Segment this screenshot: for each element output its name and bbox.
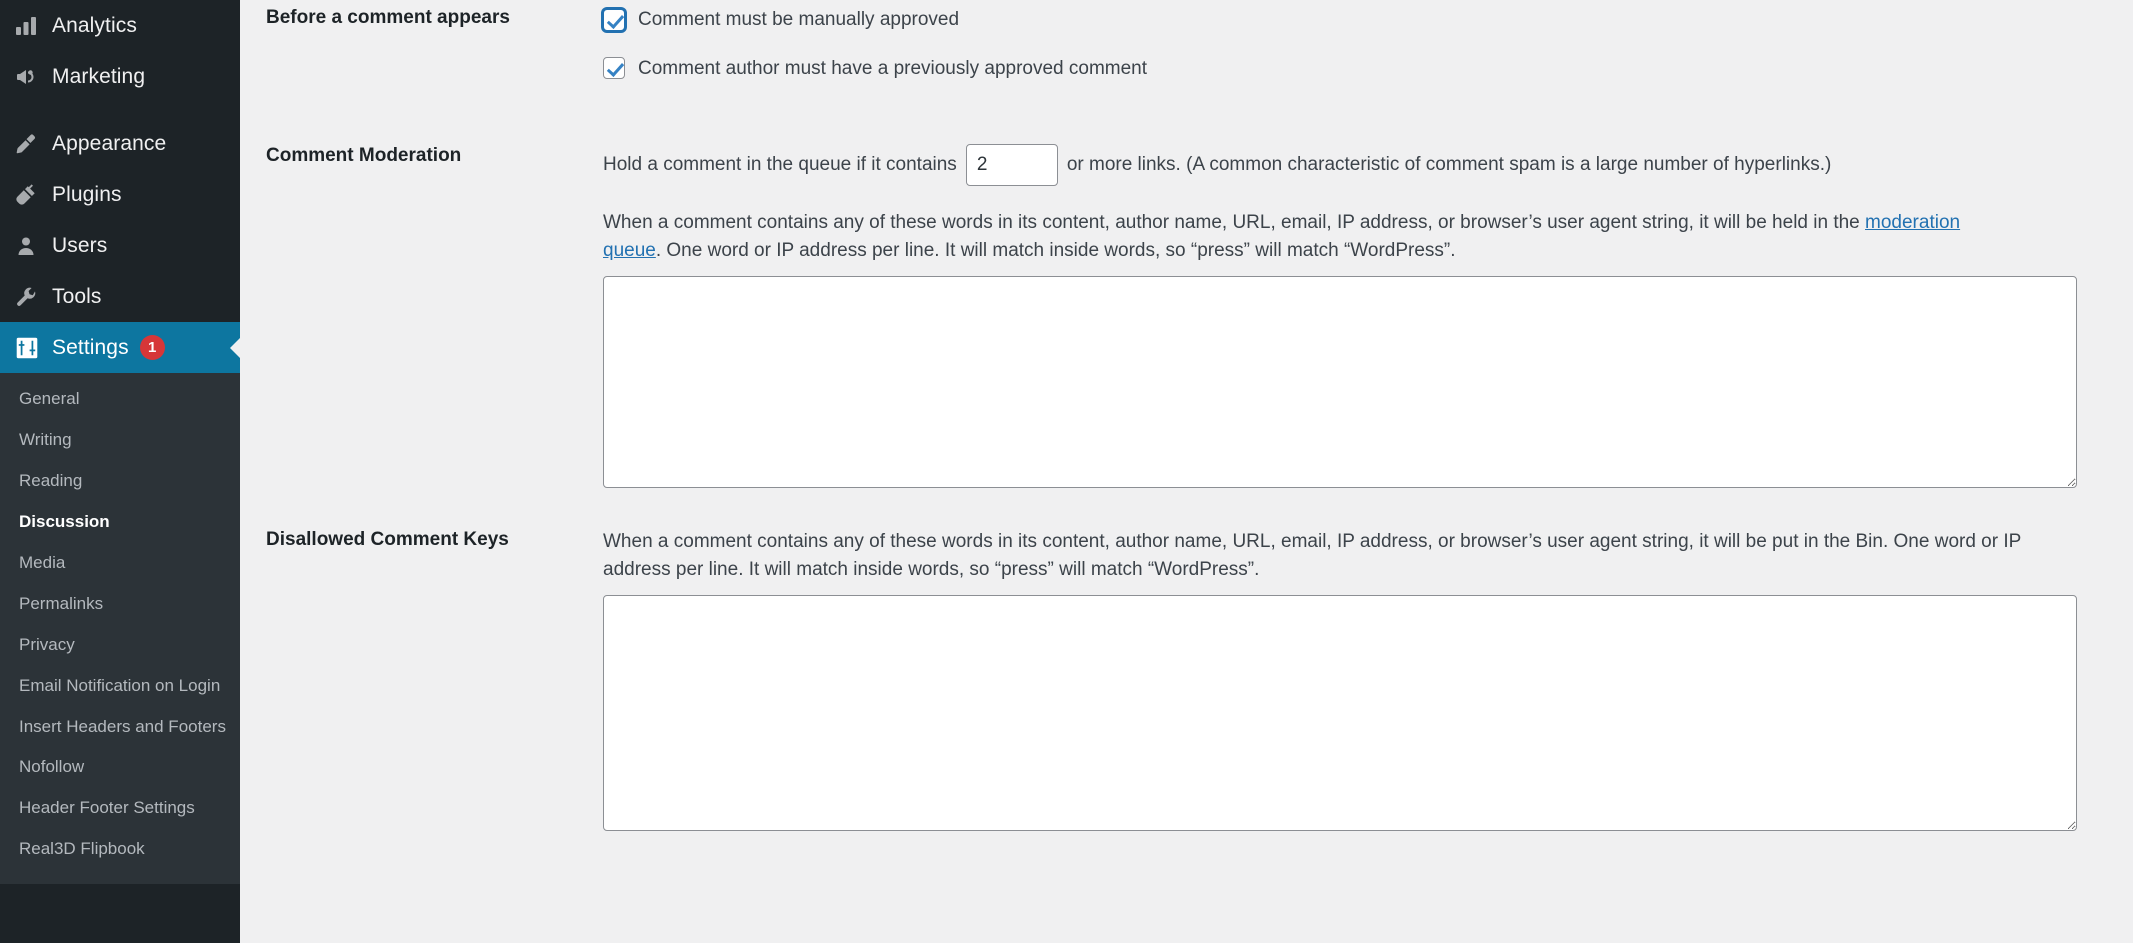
moderation-description-part2: . One word or IP address per line. It wi… (655, 239, 1456, 261)
sidebar-item-label: Analytics (52, 13, 137, 37)
hold-comment-suffix: or more links. (A common characteristic … (1066, 154, 1832, 176)
settings-submenu: General Writing Reading Discussion Media… (0, 373, 240, 885)
wrench-icon (14, 285, 48, 309)
submenu-item-reading[interactable]: Reading (0, 461, 240, 502)
sidebar-item-label: Marketing (52, 64, 146, 88)
checkbox-previously-approved[interactable] (603, 57, 625, 80)
disallowed-keys-description: When a comment contains any of these wor… (603, 531, 2021, 580)
discussion-settings-form: Before a comment appears Comment must be… (240, 0, 2133, 943)
submenu-item-email-notification-on-login[interactable]: Email Notification on Login (0, 666, 240, 707)
sidebar-separator (0, 102, 240, 118)
checkbox-manual-approval[interactable] (603, 8, 625, 31)
analytics-bars-icon (14, 14, 48, 38)
submenu-item-discussion[interactable]: Discussion (0, 502, 240, 543)
moderation-description: When a comment contains any of these wor… (603, 209, 1993, 264)
label-disallowed-comment-keys: Disallowed Comment Keys (266, 529, 509, 551)
sidebar-item-plugins[interactable]: Plugins (0, 169, 240, 220)
plug-icon (14, 183, 48, 207)
disallowed-keys-textarea[interactable] (603, 595, 2077, 832)
row-before-comment-appears: Before a comment appears Comment must be… (240, 0, 2133, 103)
paintbrush-icon (14, 132, 48, 156)
disallowed-comment-keys-controls: When a comment contains any of these wor… (603, 528, 2133, 832)
submenu-item-writing[interactable]: Writing (0, 420, 240, 461)
settings-update-badge: 1 (139, 335, 165, 360)
sidebar-item-label: Users (52, 233, 108, 257)
sidebar-item-label: Tools (52, 284, 102, 308)
hold-comment-line: Hold a comment in the queue if it contai… (603, 144, 2077, 187)
checkbox-manual-approval-label: Comment must be manually approved (638, 9, 960, 30)
submenu-item-media[interactable]: Media (0, 543, 240, 584)
submenu-item-header-footer-settings[interactable]: Header Footer Settings (0, 788, 240, 829)
sidebar-item-users[interactable]: Users (0, 220, 240, 271)
hold-comment-prefix: Hold a comment in the queue if it contai… (603, 154, 957, 176)
sidebar-item-marketing[interactable]: Marketing (0, 51, 240, 102)
moderation-keys-textarea[interactable] (603, 276, 2077, 489)
row-disallowed-comment-keys: Disallowed Comment Keys When a comment c… (240, 488, 2133, 832)
submenu-item-real3d-flipbook[interactable]: Real3D Flipbook (0, 829, 240, 870)
submenu-item-nofollow[interactable]: Nofollow (0, 747, 240, 788)
before-comment-appears-options: Comment must be manually approved Commen… (603, 6, 2133, 103)
label-before-comment-appears: Before a comment appears (266, 7, 510, 28)
option-previously-approved[interactable]: Comment author must have a previously ap… (603, 55, 2075, 83)
megaphone-icon (14, 65, 48, 89)
sidebar-item-label: Plugins (52, 182, 122, 206)
submenu-item-privacy[interactable]: Privacy (0, 625, 240, 666)
admin-sidebar: Analytics Marketing Appearance Plugins U… (0, 0, 240, 943)
submenu-item-general[interactable]: General (0, 379, 240, 420)
sidebar-item-tools[interactable]: Tools (0, 271, 240, 322)
admin-page: Analytics Marketing Appearance Plugins U… (0, 0, 2133, 943)
sidebar-item-label: Appearance (52, 131, 167, 155)
checkbox-previously-approved-label: Comment author must have a previously ap… (638, 57, 1148, 79)
user-icon (14, 234, 48, 258)
row-comment-moderation: Comment Moderation Hold a comment in the… (240, 103, 2133, 489)
moderation-description-part1: When a comment contains any of these wor… (603, 212, 1860, 234)
settings-table: Before a comment appears Comment must be… (240, 0, 2133, 832)
sidebar-item-analytics[interactable]: Analytics (0, 0, 240, 51)
sidebar-item-settings[interactable]: Settings 1 (0, 322, 240, 373)
settings-sliders-icon (14, 335, 48, 361)
option-manual-approval[interactable]: Comment must be manually approved (603, 6, 2075, 34)
comment-moderation-controls: Hold a comment in the queue if it contai… (603, 144, 2133, 489)
sidebar-item-label: Settings (52, 335, 129, 359)
label-comment-moderation: Comment Moderation (266, 145, 462, 167)
moderation-links-input[interactable] (965, 144, 1058, 187)
sidebar-item-appearance[interactable]: Appearance (0, 118, 240, 169)
submenu-item-insert-headers-and-footers[interactable]: Insert Headers and Footers (0, 707, 240, 748)
submenu-item-permalinks[interactable]: Permalinks (0, 584, 240, 625)
